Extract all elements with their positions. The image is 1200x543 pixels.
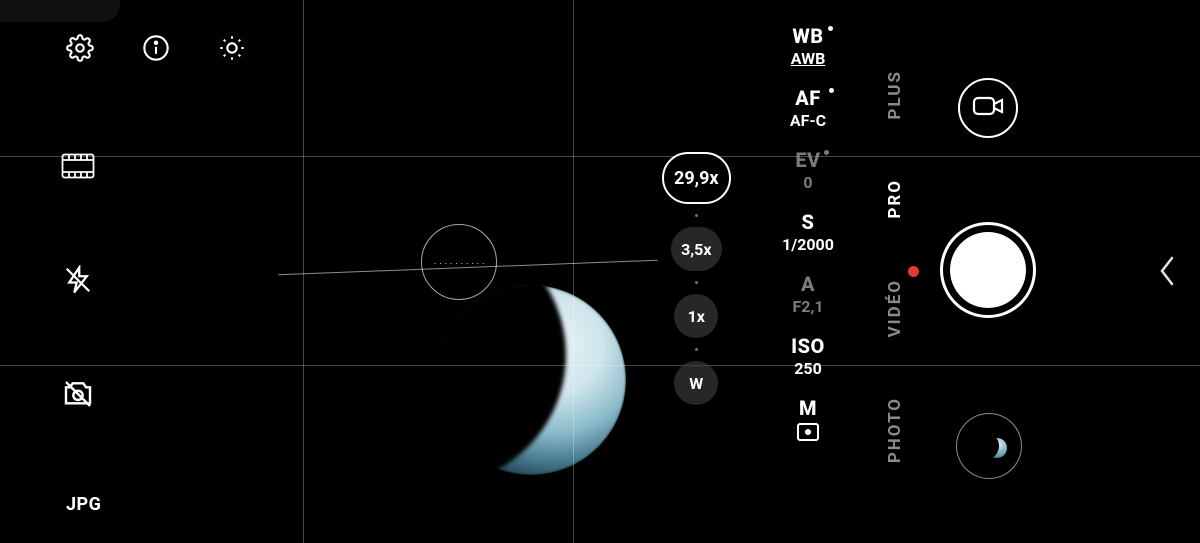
pro-metering-label: M [799, 396, 817, 420]
pro-wb-label: WB [792, 24, 823, 48]
pro-wb-value: AWB [791, 49, 826, 68]
mode-plus[interactable]: PLUS [885, 70, 905, 120]
pro-iso-control[interactable]: ISO 250 [791, 334, 825, 378]
info-icon [142, 34, 170, 62]
horizon-level-dots: ·········· [434, 260, 488, 270]
zoom-step-dot [695, 281, 698, 284]
expand-panel-button[interactable] [1154, 254, 1180, 288]
pro-af-value: AF-C [790, 111, 826, 130]
grid-hline-1 [0, 156, 1200, 157]
shutter-inner [950, 232, 1026, 308]
pro-shutter-label: S [802, 210, 815, 234]
settings-button[interactable] [64, 32, 96, 64]
filmstrip-icon [61, 153, 95, 179]
pro-ev-label: EV [795, 148, 820, 172]
pro-shutter-value: 1/2000 [782, 235, 834, 254]
pro-ev-value: 0 [803, 173, 812, 192]
flash-off-icon [63, 265, 93, 295]
mode-photo[interactable]: PHOTO [885, 397, 905, 463]
pro-iso-value: 250 [794, 359, 822, 378]
focus-ring [421, 224, 497, 300]
pro-aperture-label: A [801, 272, 815, 296]
camcorder-icon [972, 94, 1004, 122]
switch-to-video-button[interactable] [958, 78, 1018, 138]
pro-aperture-value: F2,1 [792, 297, 823, 316]
camera-off-icon [62, 378, 94, 410]
mode-video[interactable]: VIDÉO [885, 279, 905, 337]
pro-metering-control[interactable]: M [797, 396, 819, 441]
sun-icon [218, 34, 246, 62]
shutter-button[interactable] [940, 222, 1036, 318]
pro-af-control[interactable]: AF AF-C [790, 86, 826, 130]
pro-aperture-control[interactable]: A F2,1 [792, 272, 823, 316]
pro-shutter-control[interactable]: S 1/2000 [782, 210, 834, 254]
chevron-left-icon [1154, 273, 1180, 292]
zoom-level-current[interactable]: 29,9x [662, 152, 731, 204]
active-mode-indicator [908, 266, 919, 277]
pro-ev-control[interactable]: EV 0 [795, 148, 820, 192]
gallery-thumbnail-button[interactable] [956, 413, 1022, 479]
info-button[interactable] [140, 32, 172, 64]
viewfinder-subject [436, 285, 626, 475]
gear-icon [66, 34, 94, 62]
raw-toggle-button[interactable] [62, 378, 94, 410]
zoom-selector[interactable]: 29,9x 3,5x 1x W [662, 152, 731, 405]
pro-wb-control[interactable]: WB AWB [791, 24, 826, 68]
metering-icon [797, 423, 819, 441]
pro-iso-label: ISO [791, 334, 825, 358]
mode-pro[interactable]: PRO [885, 179, 905, 219]
grid-vline-1 [303, 0, 304, 543]
flash-button[interactable] [62, 264, 94, 296]
horizon-level-line [278, 260, 658, 276]
zoom-step-dot [695, 214, 698, 217]
zoom-level-tele[interactable]: 3,5x [671, 227, 721, 271]
grid-hline-2 [0, 365, 1200, 366]
pro-af-label: AF [795, 86, 820, 110]
corner-notch [0, 0, 120, 22]
zoom-level-wide[interactable]: W [674, 361, 718, 405]
zoom-level-main[interactable]: 1x [674, 294, 718, 338]
grid-vline-2 [573, 0, 574, 543]
file-format-toggle[interactable]: JPG [66, 494, 101, 515]
zoom-step-dot [695, 348, 698, 351]
aspect-ratio-button[interactable] [62, 150, 94, 182]
brightness-button[interactable] [216, 32, 248, 64]
